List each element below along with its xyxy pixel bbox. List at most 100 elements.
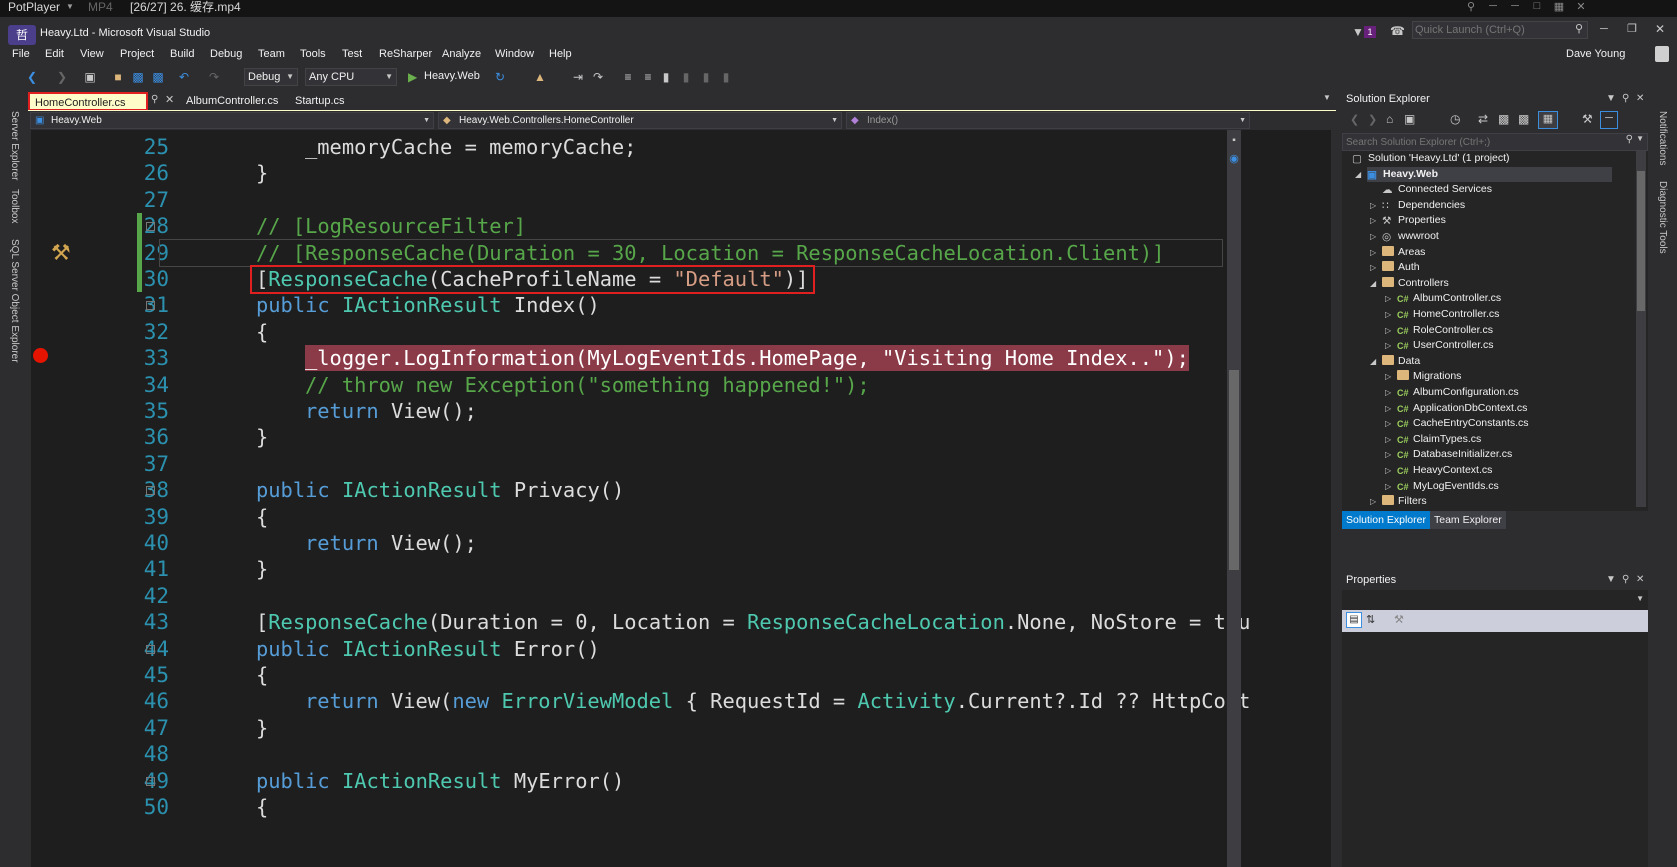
code-line[interactable]: return View(new ErrorViewModel { Request… — [305, 688, 1250, 714]
preview-selected-icon[interactable]: ▦ — [1538, 111, 1558, 129]
pane-close-icon[interactable]: ✕ — [1636, 570, 1644, 590]
show-all-files-icon[interactable]: ▩ — [1518, 112, 1529, 126]
search-icon[interactable]: ⚲ — [1626, 134, 1633, 145]
menu-project[interactable]: Project — [120, 48, 154, 60]
comment-icon[interactable]: ≡ — [620, 69, 636, 85]
breakpoint-icon[interactable] — [33, 348, 48, 363]
solution-tree-item[interactable]: ▣ Heavy.Web — [1367, 166, 1612, 182]
solution-tree-item[interactable]: C# ClaimTypes.cs — [1397, 432, 1481, 447]
se-back-icon[interactable]: ❮ — [1350, 113, 1359, 126]
code-line[interactable]: { — [256, 662, 268, 688]
code-line[interactable]: } — [256, 715, 268, 741]
expanded-arrow-icon[interactable]: ◢ — [1370, 357, 1376, 366]
compact-icon[interactable]: ─ — [1484, 0, 1502, 14]
next-bookmark-icon[interactable]: ▮ — [698, 69, 714, 85]
scrollbar-thumb[interactable] — [1229, 370, 1239, 570]
expanded-arrow-icon[interactable]: ◢ — [1370, 279, 1376, 288]
bookmark-icon[interactable]: ▮ — [658, 69, 674, 85]
menu-analyze[interactable]: Analyze — [442, 48, 481, 60]
solution-tree-item[interactable]: C# MyLogEventIds.cs — [1397, 479, 1499, 494]
forward-icon[interactable]: ❯ — [54, 69, 70, 85]
solution-tree-item[interactable]: C# HeavyContext.cs — [1397, 463, 1492, 478]
collapsed-arrow-icon[interactable]: ▷ — [1385, 450, 1391, 459]
solution-tree-item[interactable]: Auth — [1382, 260, 1420, 275]
platform-dropdown[interactable]: Any CPU ▼ — [305, 68, 397, 86]
se-forward-icon[interactable]: ❯ — [1368, 113, 1377, 126]
menu-resharper[interactable]: ReSharper — [379, 48, 432, 60]
solution-tree-item[interactable]: ∷ Dependencies — [1382, 198, 1465, 213]
code-editor[interactable]: ⚒ 25 _memoryCache = memoryCache; 26} 27 28- /… — [31, 130, 1331, 867]
code-line[interactable]: } — [256, 160, 268, 186]
solution-tree-item[interactable]: C# AlbumConfiguration.cs — [1397, 385, 1519, 400]
clear-bookmarks-icon[interactable]: ▮ — [718, 69, 734, 85]
type-dropdown[interactable]: ◆ Heavy.Web.Controllers.HomeController ▼ — [438, 112, 842, 129]
pane-pin-icon[interactable]: ⚲ — [1622, 89, 1629, 109]
undo-icon[interactable]: ↶ — [176, 69, 192, 85]
code-line[interactable]: } — [256, 424, 268, 450]
quick-actions-hammer-icon[interactable]: ⚒ — [51, 240, 71, 266]
solution-tree-item[interactable]: C# DatabaseInitializer.cs — [1397, 447, 1512, 462]
fullscreen-icon[interactable]: ▦ — [1550, 0, 1568, 14]
tab-overflow-icon[interactable]: ▼ — [1323, 93, 1331, 102]
collapsed-arrow-icon[interactable]: ▷ — [1385, 435, 1391, 444]
pane-options-icon[interactable]: ▼ — [1606, 570, 1616, 590]
categorized-icon[interactable]: ▤ — [1346, 612, 1362, 628]
back-icon[interactable]: ❮ — [24, 69, 40, 85]
sql-server-object-explorer-tab[interactable]: SQL Server Object Explorer — [9, 239, 20, 363]
solution-tree-item[interactable]: Filters — [1382, 494, 1427, 507]
collapse-all-icon[interactable]: ▩ — [1498, 112, 1509, 126]
menu-view[interactable]: View — [80, 48, 104, 60]
code-line[interactable]: return View(); — [305, 398, 477, 424]
vs-minimize-icon[interactable]: ─ — [1600, 23, 1608, 35]
property-pages-icon[interactable]: ⚒ — [1394, 613, 1404, 626]
collapsed-arrow-icon[interactable]: ▷ — [1385, 388, 1391, 397]
code-line[interactable]: // [LogResourceFilter] — [256, 213, 526, 239]
solution-tree-item[interactable]: ☁ Connected Services — [1382, 182, 1492, 197]
collapse-region-icon[interactable]: - — [146, 644, 155, 654]
collapsed-arrow-icon[interactable]: ▷ — [1370, 201, 1376, 210]
tab-solution-explorer[interactable]: Solution Explorer — [1342, 511, 1430, 529]
save-icon[interactable]: ▩ — [130, 69, 146, 85]
collapsed-arrow-icon[interactable]: ▷ — [1370, 497, 1376, 506]
uncomment-icon[interactable]: ≡ — [640, 69, 656, 85]
collapsed-arrow-icon[interactable]: ▷ — [1385, 404, 1391, 413]
menu-debug[interactable]: Debug — [210, 48, 242, 60]
solution-tree-item[interactable]: Data — [1382, 354, 1420, 369]
dock-icon[interactable]: ─ — [1600, 111, 1618, 129]
account-name[interactable]: Dave Young — [1566, 48, 1625, 60]
switch-views-icon[interactable]: ▣ — [1404, 112, 1415, 126]
solution-tree-item[interactable]: ⚒ Properties — [1382, 213, 1446, 228]
potplayer-app-name[interactable]: PotPlayer — [8, 0, 60, 14]
notifications-tab[interactable]: Notifications — [1657, 111, 1668, 165]
pane-options-icon[interactable]: ▼ — [1606, 89, 1616, 109]
minimize-icon[interactable]: ─ — [1506, 0, 1524, 14]
member-dropdown[interactable]: ◆ Index() ▼ — [846, 112, 1250, 129]
feedback-icon[interactable]: ☎ — [1390, 24, 1405, 38]
solution-tree-item[interactable]: Areas — [1382, 245, 1425, 260]
start-debugging-icon[interactable]: ▶ — [408, 70, 417, 84]
menu-file[interactable]: File — [12, 48, 30, 60]
collapse-region-icon[interactable]: - — [146, 222, 155, 232]
collapsed-arrow-icon[interactable]: ▷ — [1370, 263, 1376, 272]
alphabetical-icon[interactable]: ⇅ — [1366, 613, 1375, 626]
diagnostic-tools-tab[interactable]: Diagnostic Tools — [1657, 181, 1668, 254]
code-line[interactable]: public IActionResult Index() — [256, 292, 600, 318]
solution-tree-item[interactable]: C# RoleController.cs — [1397, 323, 1493, 338]
split-view-icon[interactable]: ▪ — [1227, 135, 1241, 149]
collapsed-arrow-icon[interactable]: ▷ — [1370, 248, 1376, 257]
home-icon[interactable]: ⌂ — [1386, 112, 1393, 126]
expanded-arrow-icon[interactable]: ◢ — [1355, 170, 1361, 179]
tab-homecontroller[interactable]: HomeController.cs — [28, 92, 148, 111]
collapse-region-icon[interactable]: - — [146, 776, 155, 786]
menu-tools[interactable]: Tools — [300, 48, 326, 60]
collapsed-arrow-icon[interactable]: ▷ — [1370, 216, 1376, 225]
solution-tree-item[interactable]: C# UserController.cs — [1397, 338, 1494, 353]
menu-window[interactable]: Window — [495, 48, 534, 60]
server-explorer-tab[interactable]: Server Explorer — [9, 111, 20, 180]
menu-build[interactable]: Build — [170, 48, 194, 60]
open-file-icon[interactable]: ■ — [110, 69, 126, 85]
search-icon[interactable]: ⚲ — [1575, 22, 1583, 35]
step-into-icon[interactable]: ⇥ — [570, 69, 586, 85]
code-analysis-icon[interactable]: ◉ — [1227, 152, 1241, 166]
project-dropdown[interactable]: ▣ Heavy.Web ▼ — [30, 112, 434, 129]
